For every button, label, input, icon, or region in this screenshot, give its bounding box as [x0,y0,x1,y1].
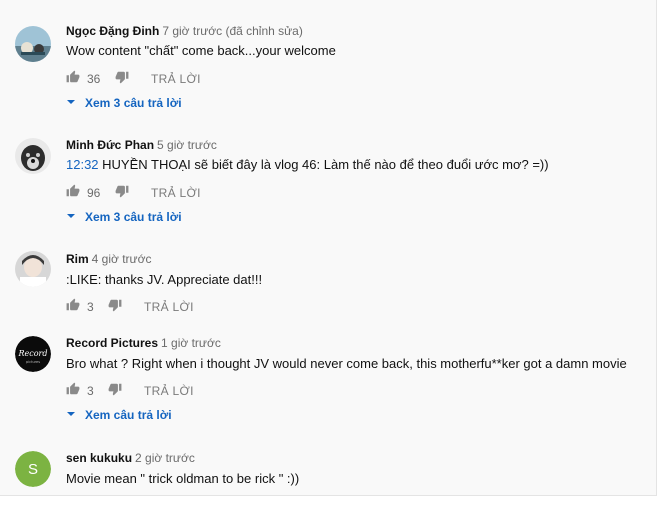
dislike-button[interactable] [115,70,129,84]
chevron-down-icon [66,96,85,110]
comment-time[interactable]: 4 giờ trước [92,252,152,266]
comment-time[interactable]: 2 giờ trước [135,451,195,465]
like-count: 3 [87,300,94,314]
avatar[interactable] [15,26,51,62]
dislike-button[interactable] [108,298,122,312]
like-count: 3 [87,384,94,398]
thumbs-up-icon [66,298,80,312]
comment-author[interactable]: Rim [66,252,89,266]
thumbs-down-icon [108,382,122,396]
avatar-letter: S [28,461,38,478]
comments-panel: Ngọc Đặng Đinh 7 giờ trước (đã chỉnh sửa)… [0,0,657,496]
comment-text: :LIKE: thanks JV. Appreciate dat!!! [66,272,263,287]
like-button[interactable] [66,298,80,312]
like-count: 96 [87,186,101,200]
comment-text: 12:32 HUYỀN THOẠI sẽ biết đây là vlog 46… [66,157,549,172]
view-replies-label: Xem 3 câu trả lời [85,96,182,110]
chevron-down-icon [66,210,85,224]
dislike-button[interactable] [108,382,122,396]
view-replies-label: Xem câu trả lời [85,408,172,422]
reply-button[interactable]: TRẢ LỜI [151,72,201,86]
comment-text-body: HUYỀN THOẠI sẽ biết đây là vlog 46: Làm … [98,157,549,172]
comment-text: Bro what ? Right when i thought JV would… [66,356,627,371]
video-timestamp-link[interactable]: 12:32 [66,157,99,172]
view-replies-label: Xem 3 câu trả lời [85,210,182,224]
chevron-down-icon [66,408,85,422]
like-button[interactable] [66,382,80,396]
thumbs-up-icon [66,184,80,198]
like-button[interactable] [66,70,80,84]
comment-time[interactable]: 5 giờ trước [157,138,217,152]
comment-author[interactable]: Minh Đức Phan [66,138,154,152]
comment-author[interactable]: sen kukuku [66,451,132,465]
avatar[interactable]: S [15,451,51,487]
thumbs-down-icon [115,184,129,198]
reply-button[interactable]: TRẢ LỜI [144,384,194,398]
comment-text: Wow content "chất" come back...your welc… [66,43,336,58]
dislike-button[interactable] [115,184,129,198]
avatar[interactable] [15,251,51,287]
svg-text:Record: Record [18,349,48,358]
svg-text:pictures: pictures [26,360,40,364]
comment-author[interactable]: Record Pictures [66,336,158,350]
view-replies-button[interactable]: Xem câu trả lời [66,408,172,422]
thumbs-down-icon [115,70,129,84]
like-button[interactable] [66,184,80,198]
reply-button[interactable]: TRẢ LỜI [151,186,201,200]
thumbs-up-icon [66,382,80,396]
thumbs-down-icon [108,298,122,312]
comment-author[interactable]: Ngọc Đặng Đinh [66,24,159,38]
thumbs-up-icon [66,70,80,84]
avatar[interactable] [15,138,51,174]
reply-button[interactable]: TRẢ LỜI [144,300,194,314]
comment-text: Movie mean " trick oldman to be rick " :… [66,471,300,486]
view-replies-button[interactable]: Xem 3 câu trả lời [66,96,182,110]
view-replies-button[interactable]: Xem 3 câu trả lời [66,210,182,224]
like-count: 36 [87,72,101,86]
avatar[interactable]: Record pictures [15,336,51,372]
comment-time[interactable]: 7 giờ trước (đã chỉnh sửa) [162,24,303,38]
comment-time[interactable]: 1 giờ trước [161,336,221,350]
